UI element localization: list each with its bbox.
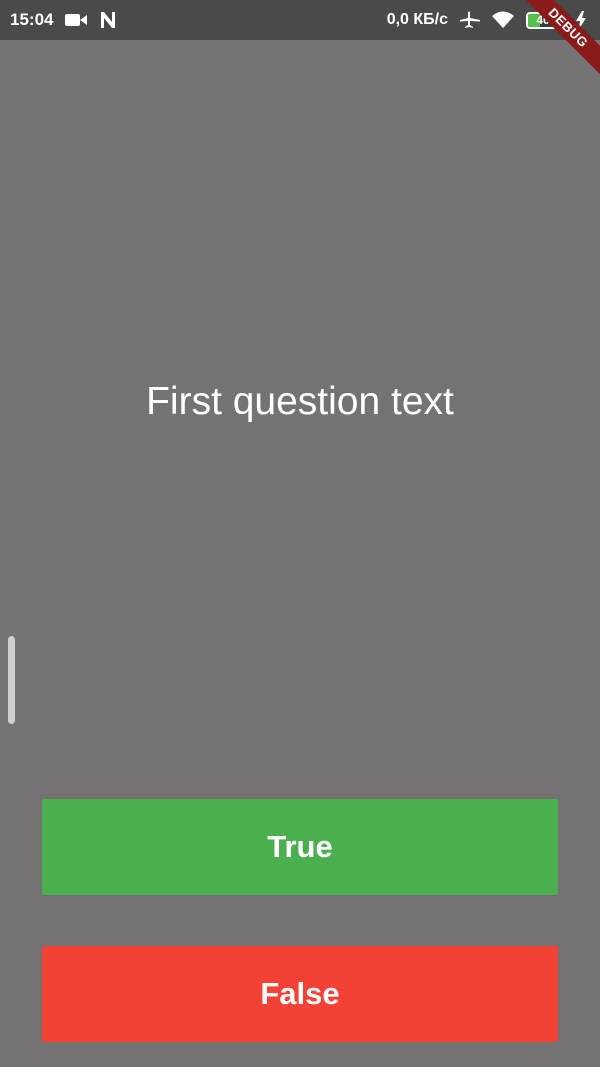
battery-level: 40: [536, 12, 550, 27]
battery-cap: [561, 16, 564, 24]
status-bar: 15:04 0,0 КБ/с 40: [0, 0, 600, 40]
status-time: 15:04: [10, 10, 54, 29]
battery-indicator: 40: [526, 11, 560, 29]
n-notification-icon: [99, 11, 117, 29]
scroll-indicator[interactable]: [8, 636, 15, 724]
true-button[interactable]: True: [42, 799, 558, 895]
battery-icon: 40: [526, 11, 564, 29]
network-speed: 0,0 КБ/с: [386, 11, 448, 28]
question-text: First question text: [146, 380, 454, 423]
wifi-icon: [492, 11, 514, 29]
airplane-icon: [460, 11, 480, 29]
video-camera-icon: [65, 12, 88, 28]
charging-icon: [576, 11, 586, 29]
false-button[interactable]: False: [42, 946, 558, 1042]
status-bar-right: 0,0 КБ/с 40: [387, 11, 586, 29]
status-bar-left: 15:04: [10, 10, 117, 30]
